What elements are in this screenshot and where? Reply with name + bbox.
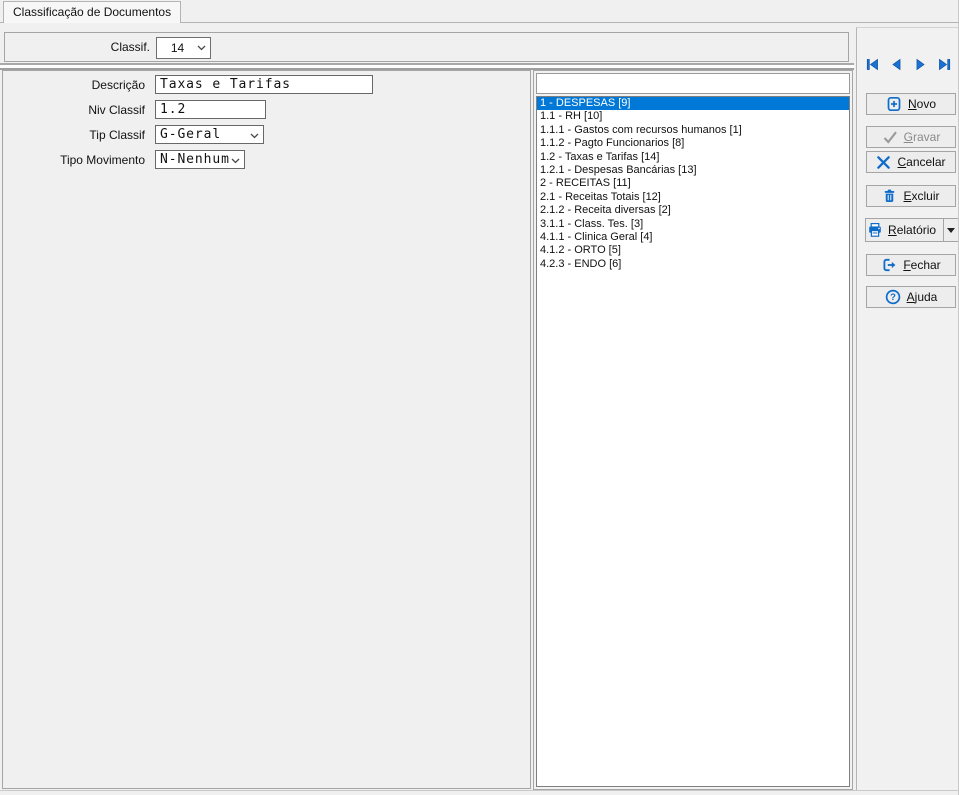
list-filter-input[interactable] <box>536 73 850 94</box>
chevron-down-icon <box>231 158 240 164</box>
ajuda-button[interactable]: ? Ajuda <box>866 286 956 308</box>
list-item[interactable]: 1.1.1 - Gastos com recursos humanos [1] <box>537 124 849 137</box>
gravar-label: Gravar <box>904 130 941 144</box>
classification-listbox[interactable]: 1 - DESPESAS [9]1.1 - RH [10]1.1.1 - Gas… <box>536 96 850 787</box>
list-item[interactable]: 4.1.1 - Clinica Geral [4] <box>537 231 849 244</box>
form-panel: Descrição Taxas e Tarifas Niv Classif 1.… <box>2 70 531 789</box>
window-bottom-edge <box>0 790 959 791</box>
list-item[interactable]: 1.1 - RH [10] <box>537 110 849 123</box>
list-item[interactable]: 1.1.2 - Pagto Funcionarios [8] <box>537 137 849 150</box>
tipo-movimento-value: N-Nenhum <box>160 152 230 167</box>
descricao-value: Taxas e Tarifas <box>160 77 291 92</box>
previous-record-button[interactable] <box>889 57 904 72</box>
first-record-icon <box>865 57 880 72</box>
tipo-movimento-label: Tipo Movimento <box>3 150 145 169</box>
gravar-button: Gravar <box>866 126 956 148</box>
cancelar-button[interactable]: Cancelar <box>866 151 956 173</box>
niv-classif-value: 1.2 <box>160 102 186 117</box>
tip-classif-label: Tip Classif <box>3 125 145 144</box>
x-icon <box>876 155 891 170</box>
tip-classif-select[interactable]: G-Geral <box>155 125 264 144</box>
relatorio-main[interactable]: Relatório <box>866 219 937 241</box>
sidebar: Novo Gravar Cancelar Excluir Relatório F… <box>856 27 959 790</box>
last-record-icon <box>937 57 952 72</box>
list-item[interactable]: 2.1.2 - Receita diversas [2] <box>537 204 849 217</box>
niv-classif-input[interactable]: 1.2 <box>155 100 266 119</box>
descricao-label: Descrição <box>3 75 145 94</box>
chevron-down-icon <box>197 45 206 51</box>
list-item[interactable]: 2 - RECEITAS [11] <box>537 177 849 190</box>
new-document-icon <box>886 96 902 112</box>
descricao-input[interactable]: Taxas e Tarifas <box>155 75 373 94</box>
excluir-label: Excluir <box>903 189 939 203</box>
tab-label: Classificação de Documentos <box>13 5 171 19</box>
list-item[interactable]: 1.2 - Taxas e Tarifas [14] <box>537 151 849 164</box>
ajuda-label: Ajuda <box>907 290 938 304</box>
relatorio-label: Relatório <box>888 223 936 237</box>
first-record-button[interactable] <box>865 57 880 72</box>
novo-label: Novo <box>908 97 936 111</box>
list-item[interactable]: 4.1.2 - ORTO [5] <box>537 244 849 257</box>
next-record-icon <box>913 57 928 72</box>
printer-icon <box>867 222 883 238</box>
check-icon <box>882 129 898 145</box>
dropdown-arrow-icon <box>947 228 955 233</box>
tip-classif-value: G-Geral <box>160 127 221 142</box>
list-item[interactable]: 2.1 - Receitas Totais [12] <box>537 191 849 204</box>
tipo-movimento-select[interactable]: N-Nenhum <box>155 150 245 169</box>
list-panel: 1 - DESPESAS [9]1.1 - RH [10]1.1.1 - Gas… <box>533 70 853 790</box>
list-item[interactable]: 4.2.3 - ENDO [6] <box>537 258 849 271</box>
novo-button[interactable]: Novo <box>866 93 956 115</box>
previous-record-icon <box>889 57 904 72</box>
trash-icon <box>882 188 897 204</box>
next-record-button[interactable] <box>913 57 928 72</box>
horizontal-splitter[interactable] <box>0 63 854 70</box>
relatorio-button[interactable]: Relatório <box>865 218 959 242</box>
niv-classif-label: Niv Classif <box>3 100 145 119</box>
excluir-button[interactable]: Excluir <box>866 185 956 207</box>
exit-icon <box>881 257 897 273</box>
classif-panel: Classif. 14 <box>4 32 849 62</box>
classif-label: Classif. <box>5 33 150 61</box>
cancelar-label: Cancelar <box>897 155 945 169</box>
classif-combo[interactable]: 14 <box>156 37 211 59</box>
chevron-down-icon <box>250 133 259 139</box>
list-item[interactable]: 3.1.1 - Class. Tes. [3] <box>537 218 849 231</box>
record-navigator <box>857 57 959 72</box>
fechar-label: Fechar <box>903 258 940 272</box>
last-record-button[interactable] <box>937 57 952 72</box>
list-item[interactable]: 1 - DESPESAS [9] <box>537 97 849 110</box>
help-icon: ? <box>885 289 901 305</box>
fechar-button[interactable]: Fechar <box>866 254 956 276</box>
relatorio-dropdown-button[interactable] <box>943 219 958 241</box>
svg-text:?: ? <box>890 292 896 303</box>
list-item[interactable]: 1.2.1 - Despesas Bancárias [13] <box>537 164 849 177</box>
tab-classificacao-de-documentos[interactable]: Classificação de Documentos <box>3 1 181 23</box>
